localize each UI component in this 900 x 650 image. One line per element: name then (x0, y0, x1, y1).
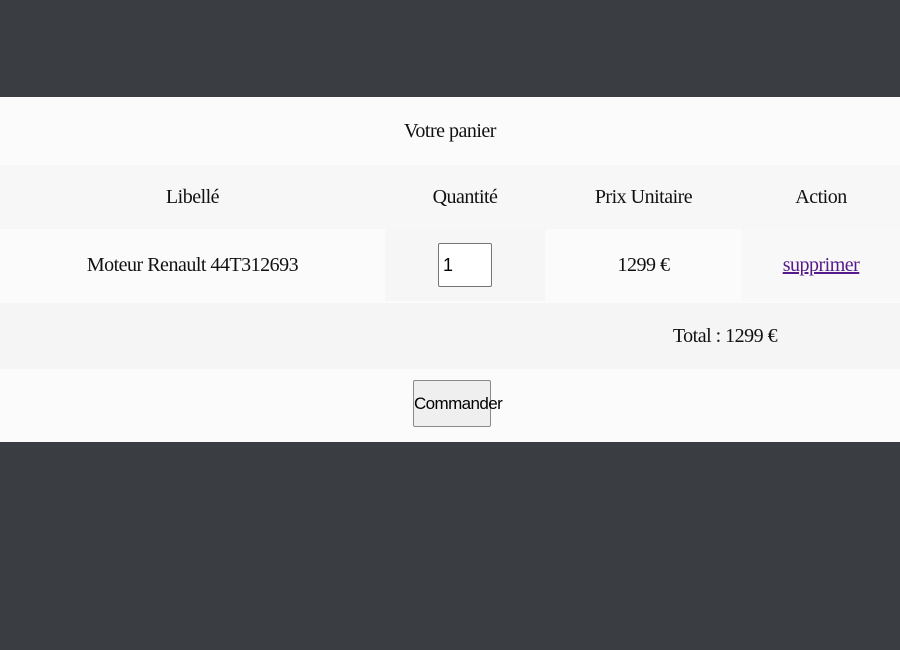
column-header-quantity: Quantité (432, 185, 498, 208)
order-button[interactable]: Commander (413, 380, 503, 427)
total-row: Total : 1299 € (0, 303, 900, 369)
column-header-action: Action (795, 185, 847, 208)
delete-link[interactable]: supprimer (783, 254, 860, 277)
table-header-row: Libellé Quantité Prix Unitaire Action (0, 165, 900, 229)
quantity-cell (385, 229, 545, 301)
column-header-label: Libellé (165, 185, 220, 208)
cart-total: Total : 1299 € (672, 324, 778, 347)
table-row: Moteur Renault 44T312693 1299 € supprime… (0, 229, 900, 301)
item-label: Moteur Renault 44T312693 (86, 253, 299, 276)
action-cell: supprimer (742, 229, 900, 301)
item-unit-price: 1299 € (617, 253, 671, 276)
quantity-input[interactable] (438, 243, 492, 287)
cart-title: Votre panier (404, 120, 496, 142)
column-header-unit-price: Prix Unitaire (594, 185, 693, 208)
